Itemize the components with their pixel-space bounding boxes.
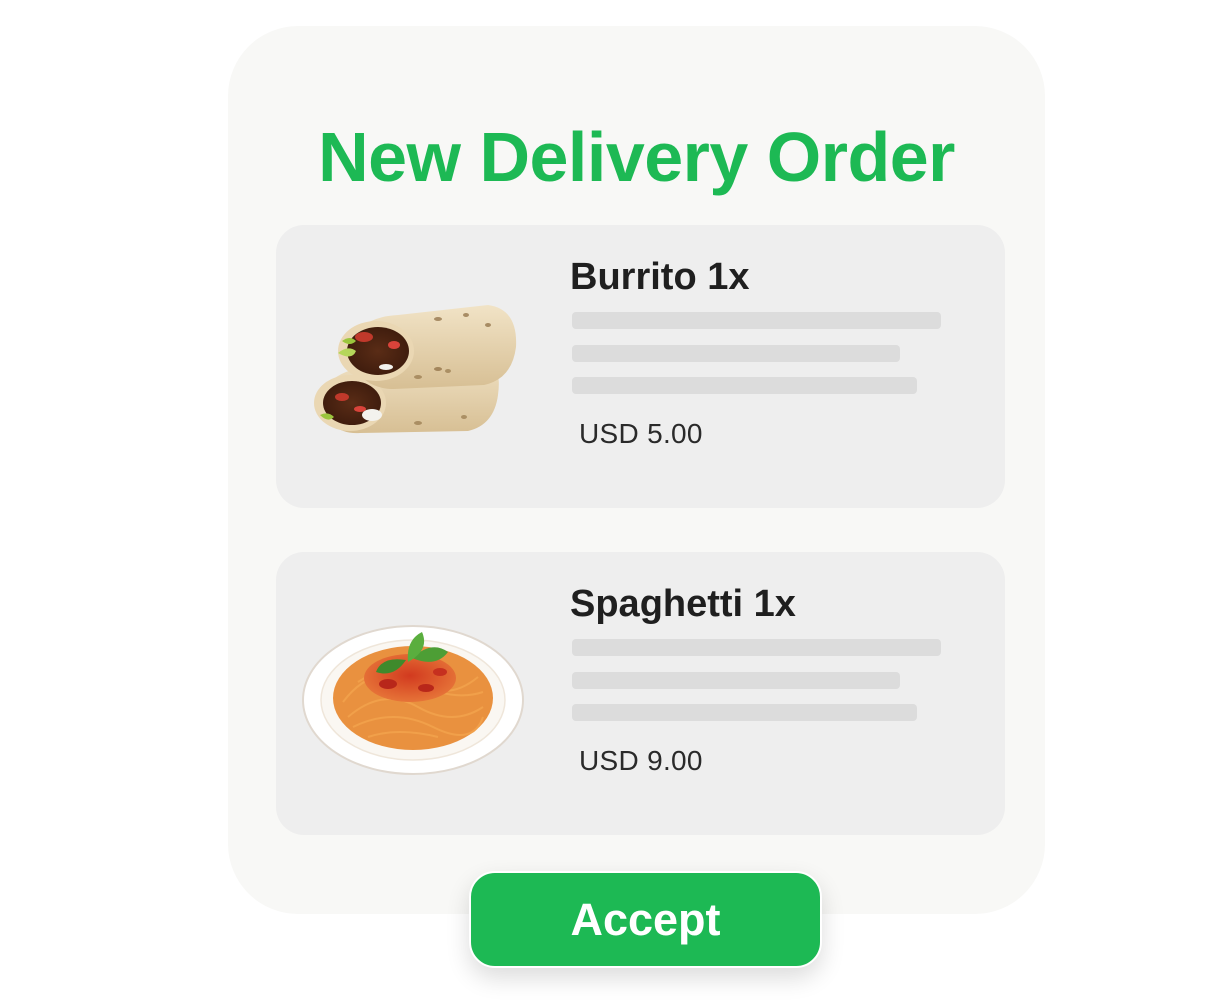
item-name: Burrito 1x [570,256,750,298]
description-placeholder-line [572,345,900,362]
description-placeholder-line [572,377,917,394]
item-name: Spaghetti 1x [570,583,796,625]
description-placeholder-line [572,639,941,656]
burrito-image [314,305,517,434]
description-placeholder-line [572,672,900,689]
item-price: USD 5.00 [579,418,703,449]
item-price: USD 9.00 [579,745,703,776]
page-title: New Delivery Order [318,118,955,196]
spaghetti-image [302,625,524,775]
order-card: New Delivery Order Burrito 1x USD 5.00 S… [228,26,1045,914]
order-item-burrito: Burrito 1x USD 5.00 [276,225,1005,508]
description-placeholder-line [572,704,917,721]
accept-button[interactable]: Accept [469,871,822,968]
order-item-spaghetti: Spaghetti 1x USD 9.00 [276,552,1005,835]
description-placeholder-line [572,312,941,329]
